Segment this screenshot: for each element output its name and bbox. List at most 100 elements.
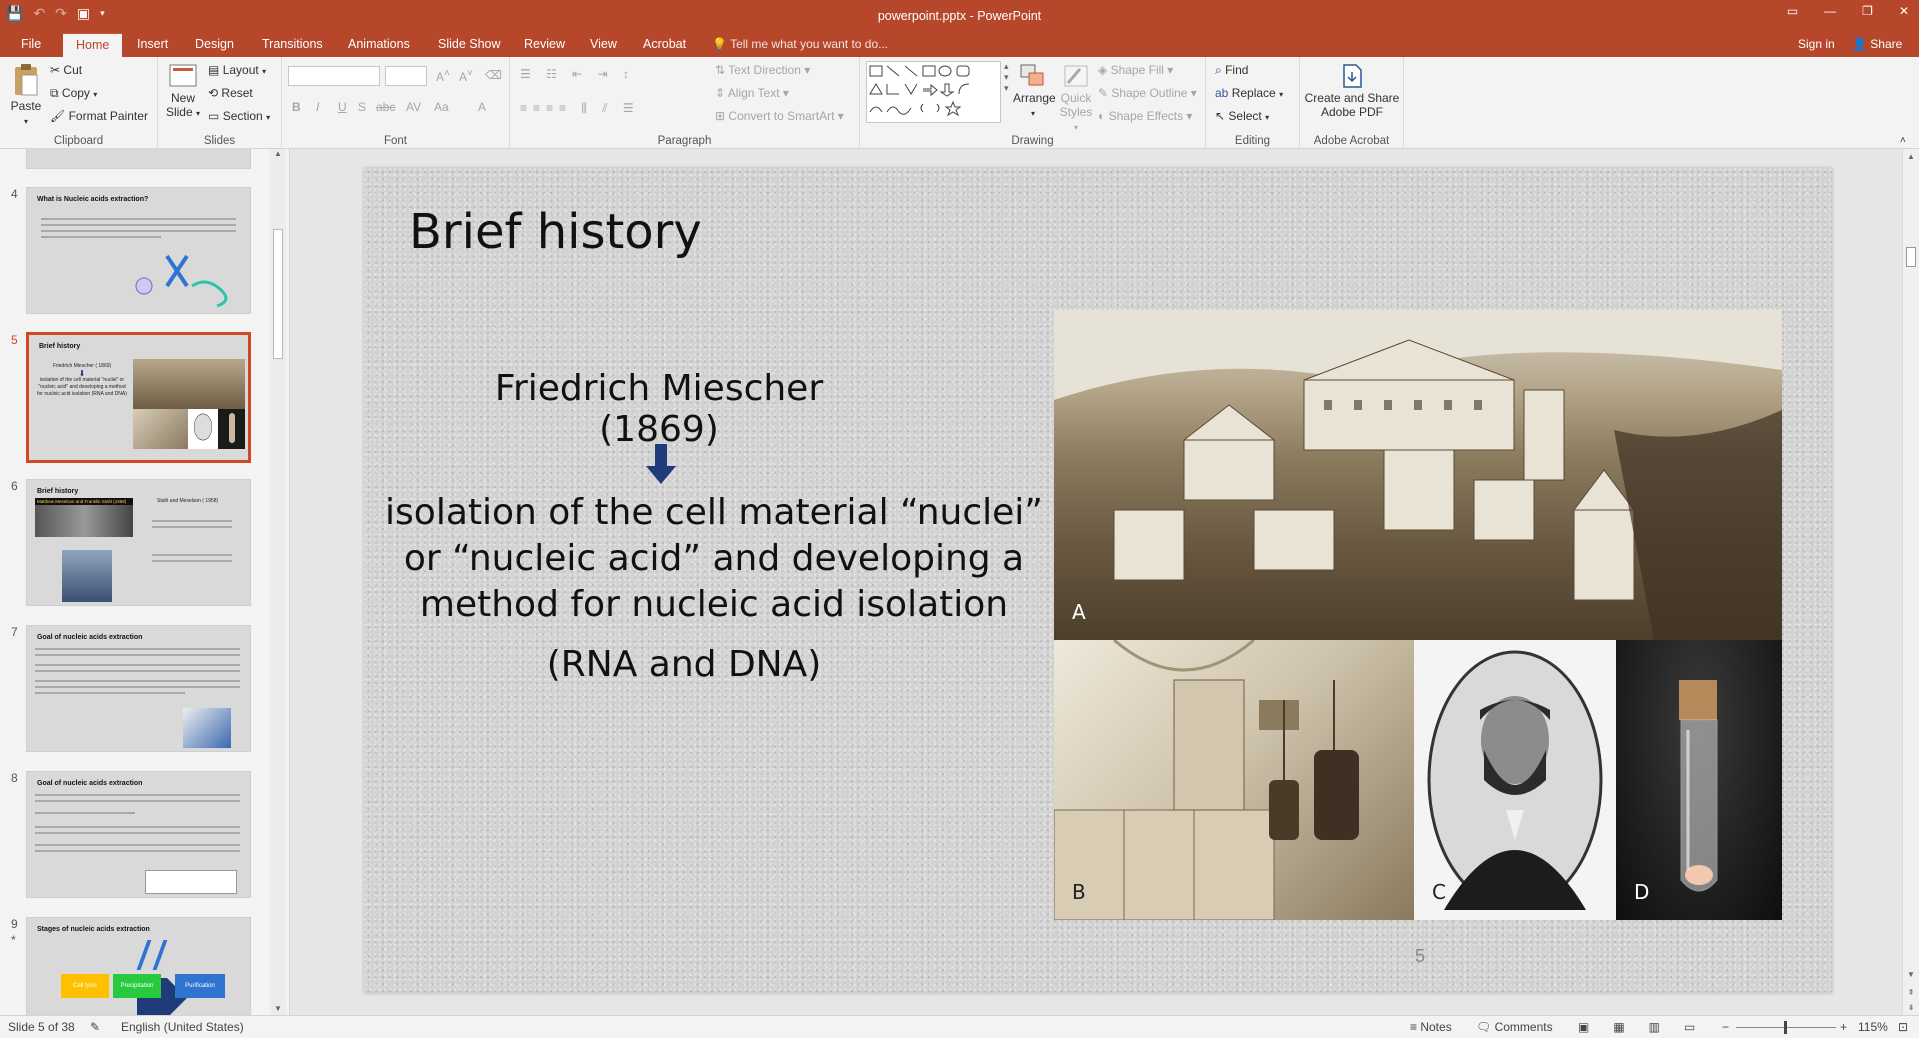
text-direction-button[interactable]: ⇅ Text Direction ▾ xyxy=(715,63,810,77)
create-pdf-button[interactable]: Create and Share Adobe PDF xyxy=(1304,63,1400,119)
layout-button[interactable]: ▤ Layout ▾ xyxy=(208,63,266,77)
slide-thumbnail-9[interactable]: Stages of nucleic acids extraction Cell … xyxy=(26,917,251,1015)
slide-thumbnail-4[interactable]: What is Nucleic acids extraction? xyxy=(26,187,251,314)
underline-button[interactable]: U xyxy=(338,100,347,114)
slide-thumbnail-3[interactable] xyxy=(26,149,251,169)
editor-scrollbar[interactable]: ▲ ▼ ⇞ ⇟ xyxy=(1902,149,1919,1015)
cut-button[interactable]: ✂ Cut xyxy=(50,63,82,77)
align-text-icon: ⇕ xyxy=(715,86,726,100)
lightbulb-icon: 💡 xyxy=(712,37,731,51)
zoom-in-button[interactable]: + xyxy=(1840,1020,1847,1034)
fit-to-window-icon[interactable]: ⊡ xyxy=(1898,1020,1908,1034)
zoom-slider-thumb[interactable] xyxy=(1784,1021,1787,1034)
replace-button[interactable]: ab Replace ▾ xyxy=(1215,86,1283,100)
tab-animations[interactable]: Animations xyxy=(335,33,423,57)
slide-thumbnail-8[interactable]: Goal of nucleic acids extraction xyxy=(26,771,251,898)
layout-icon: ▤ xyxy=(208,63,220,77)
font-color-button[interactable]: A xyxy=(478,100,486,114)
tab-file[interactable]: File xyxy=(8,33,54,57)
slide-count[interactable]: Slide 5 of 38 xyxy=(8,1020,75,1034)
collapse-ribbon-icon[interactable]: ˄ xyxy=(1900,135,1906,146)
slide-number: 5 xyxy=(11,333,18,347)
view-buttons[interactable]: ▣▦▥▭ xyxy=(1578,1020,1719,1034)
font-size-select[interactable] xyxy=(385,66,427,86)
align-text-button[interactable]: ⇕ Align Text ▾ xyxy=(715,86,789,100)
person-heading[interactable]: Friedrich Miescher (1869) xyxy=(459,368,859,450)
thumbnail-scroll-thumb[interactable] xyxy=(273,229,283,359)
tab-review[interactable]: Review xyxy=(511,33,578,57)
tab-slide-show[interactable]: Slide Show xyxy=(425,33,514,57)
close-button[interactable]: ✕ xyxy=(1899,4,1909,18)
rna-dna-text[interactable]: (RNA and DNA) xyxy=(534,644,834,685)
share-button[interactable]: 👤 Share xyxy=(1852,33,1902,55)
photo-a-town[interactable]: A xyxy=(1054,310,1782,640)
restore-button[interactable]: ❐ xyxy=(1862,4,1873,18)
ribbon-display-options-button[interactable]: ▭ xyxy=(1787,4,1798,18)
character-spacing-button[interactable]: AV xyxy=(406,100,421,114)
shadow-button[interactable]: S xyxy=(358,100,366,114)
notes-button[interactable]: ≡ Notes xyxy=(1410,1020,1452,1034)
scroll-up-icon[interactable]: ▲ xyxy=(1903,152,1919,161)
copy-button[interactable]: ⧉ Copy ▾ xyxy=(50,86,97,101)
format-painter-button[interactable]: 🖌 Format Painter xyxy=(50,109,148,123)
list-buttons[interactable]: ☰ ☷ ⇤ ⇥ ↕ xyxy=(520,67,635,81)
editor-scroll-thumb[interactable] xyxy=(1906,247,1916,267)
paste-button[interactable]: Paste ▾ xyxy=(9,63,43,127)
minimize-button[interactable]: — xyxy=(1824,4,1836,18)
alignment-buttons[interactable]: ≡≡≡≡ ⫼ ⫽ ☰ xyxy=(520,101,640,116)
thumbnail-scrollbar[interactable]: ▲ ▼ xyxy=(270,149,286,1015)
shape-fill-button[interactable]: ◈ Shape Fill ▾ xyxy=(1098,63,1173,77)
photo-c-portrait[interactable]: C xyxy=(1414,640,1616,920)
shape-effects-button[interactable]: ◐ Shape Effects ▾ xyxy=(1098,109,1192,123)
font-name-select[interactable] xyxy=(288,66,380,86)
zoom-slider[interactable] xyxy=(1736,1021,1836,1034)
tell-me-search[interactable]: 💡 Tell me what you want to do... xyxy=(712,33,888,55)
slide-title[interactable]: Brief history xyxy=(409,204,702,260)
tab-transitions[interactable]: Transitions xyxy=(249,33,336,57)
scroll-down-icon[interactable]: ▼ xyxy=(270,1004,286,1013)
slide-thumbnail-5[interactable]: Brief history Friedrich Miescher ( 1869)… xyxy=(26,332,251,463)
section-button[interactable]: ▭ Section ▾ xyxy=(208,109,270,123)
select-button[interactable]: ↖ Select ▾ xyxy=(1215,109,1269,123)
next-slide-icon[interactable]: ⇟ xyxy=(1903,1003,1919,1012)
strikethrough-button[interactable]: abc xyxy=(376,100,395,114)
clipboard-icon xyxy=(15,64,38,96)
quick-styles-button[interactable]: Quick Styles ▾ xyxy=(1056,63,1096,135)
reset-button[interactable]: ⟲ Reset xyxy=(208,86,253,100)
shape-outline-button[interactable]: ✎ Shape Outline ▾ xyxy=(1098,86,1197,100)
change-case-button[interactable]: Aa xyxy=(434,100,449,114)
increase-font-icon[interactable]: A˄ xyxy=(436,68,450,84)
gallery-scroll-button[interactable]: ▴ ▾ ▾ xyxy=(1004,61,1009,94)
tab-view[interactable]: View xyxy=(577,33,630,57)
scroll-up-icon[interactable]: ▲ xyxy=(270,149,286,158)
convert-smartart-button[interactable]: ⊞ Convert to SmartArt ▾ xyxy=(715,109,844,123)
slide-thumbnail-panel[interactable]: 4 What is Nucleic acids extraction? 5 Br… xyxy=(0,149,290,1015)
spelling-icon[interactable]: ✎ xyxy=(90,1020,100,1034)
italic-button[interactable]: I xyxy=(316,100,319,114)
tab-home[interactable]: Home xyxy=(63,33,123,57)
comments-button[interactable]: 🗨 Comments xyxy=(1476,1020,1553,1034)
language-indicator[interactable]: English (United States) xyxy=(121,1020,244,1034)
tab-insert[interactable]: Insert xyxy=(124,33,181,57)
status-bar: Slide 5 of 38 ✎ English (United States) … xyxy=(0,1015,1919,1038)
previous-slide-icon[interactable]: ⇞ xyxy=(1903,988,1919,997)
slide-thumbnail-6[interactable]: Brief history Matthew Meselson and Frank… xyxy=(26,479,251,606)
current-slide[interactable]: Brief history Friedrich Miescher (1869) … xyxy=(364,168,1832,993)
bold-button[interactable]: B xyxy=(292,100,301,114)
arrange-button[interactable]: Arrange ▾ xyxy=(1013,63,1056,119)
clear-formatting-icon[interactable]: ⌫ xyxy=(485,68,502,82)
tab-design[interactable]: Design xyxy=(182,33,247,57)
shapes-gallery[interactable] xyxy=(866,61,1001,123)
new-slide-button[interactable]: New Slide ▾ xyxy=(164,63,202,121)
tab-acrobat[interactable]: Acrobat xyxy=(630,33,699,57)
description-text[interactable]: isolation of the cell material “nuclei” … xyxy=(384,490,1044,628)
scroll-down-icon[interactable]: ▼ xyxy=(1903,970,1919,979)
zoom-level[interactable]: 115% xyxy=(1858,1020,1888,1034)
find-button[interactable]: ⌕ Find xyxy=(1215,63,1248,78)
slide-thumbnail-7[interactable]: Goal of nucleic acids extraction xyxy=(26,625,251,752)
photo-b-laboratory[interactable]: B xyxy=(1054,640,1414,920)
decrease-font-icon[interactable]: A˅ xyxy=(459,68,473,84)
zoom-out-button[interactable]: − xyxy=(1722,1020,1729,1034)
sign-in-link[interactable]: Sign in xyxy=(1798,33,1835,55)
photo-d-test-tube[interactable]: D xyxy=(1616,640,1782,920)
